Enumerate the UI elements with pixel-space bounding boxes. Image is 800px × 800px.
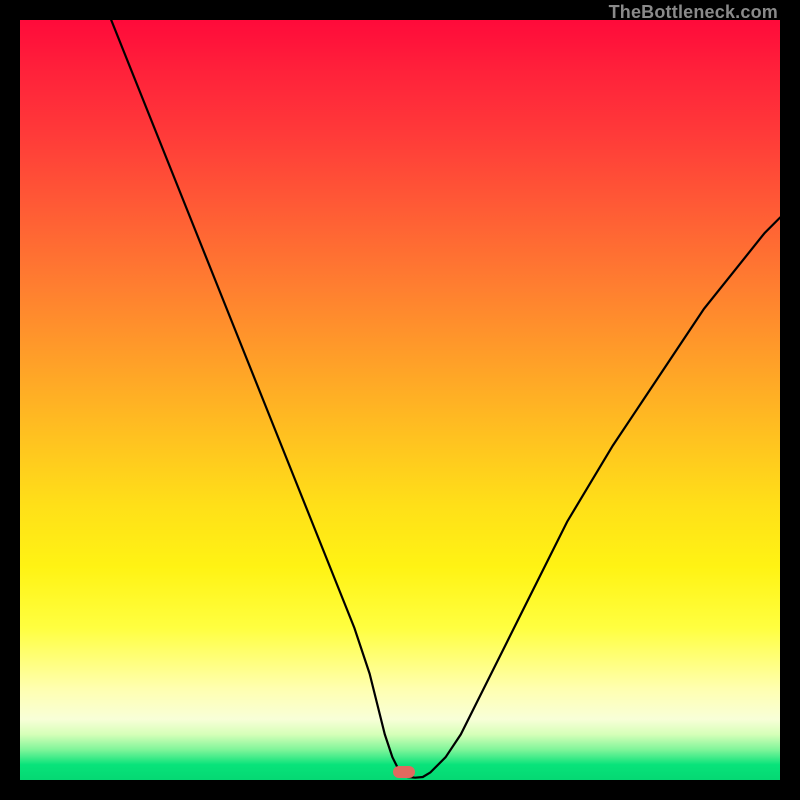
bottleneck-curve	[111, 20, 780, 778]
watermark-label: TheBottleneck.com	[609, 2, 778, 23]
chart-root: TheBottleneck.com	[0, 0, 800, 800]
optimum-marker	[393, 766, 415, 778]
curve-layer	[20, 20, 780, 780]
plot-area	[20, 20, 780, 780]
